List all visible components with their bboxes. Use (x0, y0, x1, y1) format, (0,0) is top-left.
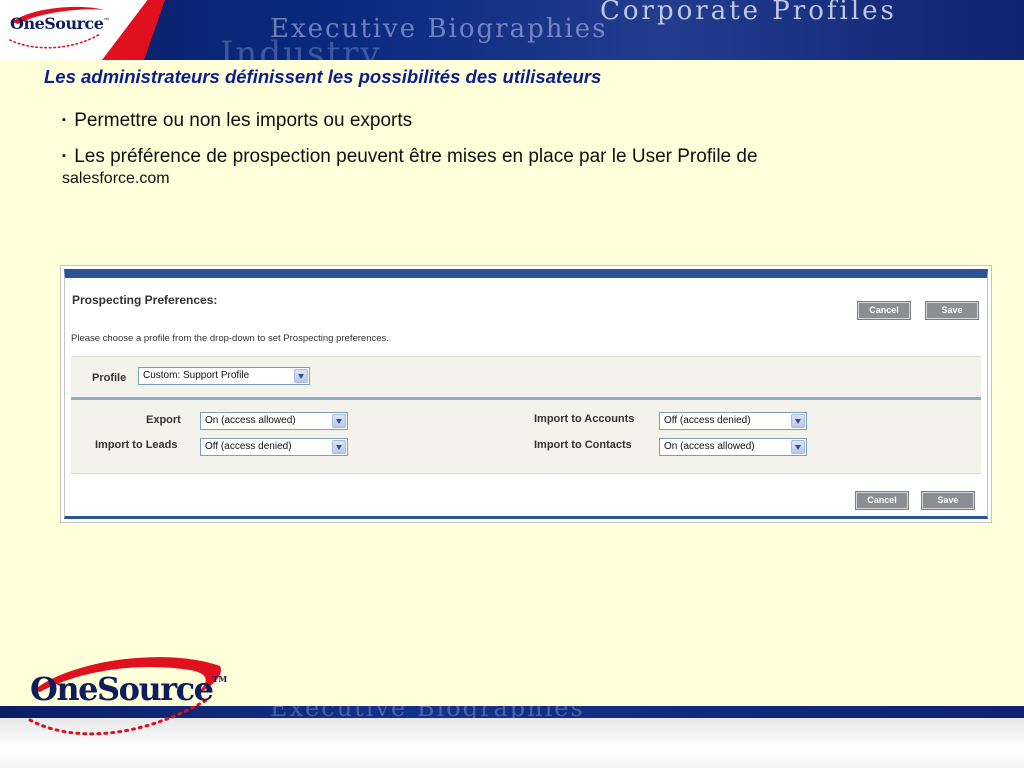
footer-brand-tm: TM (212, 674, 228, 684)
field-label-export: Export (146, 414, 181, 426)
cancel-button-top[interactable]: Cancel (857, 301, 911, 320)
brand-tm: ™ (103, 17, 109, 25)
banner-word-executive-biographies: Executive Biographies (270, 14, 608, 44)
prospecting-preferences-panel: Prospecting Preferences: Cancel Save Ple… (64, 269, 988, 519)
bullet-text-tail: salesforce.com (62, 170, 170, 187)
bullet-marker: ▪ (62, 114, 66, 126)
field-label-import-contacts: Import to Contacts (534, 439, 632, 451)
field-label-import-leads: Import to Leads (95, 439, 178, 451)
bullet-item: ▪ Permettre ou non les imports ou export… (62, 110, 412, 132)
import-contacts-select[interactable]: On (access allowed) (659, 438, 807, 456)
chevron-down-icon[interactable] (294, 369, 308, 383)
profile-row: Profile Custom: Support Profile (71, 356, 981, 397)
profile-label: Profile (92, 372, 127, 384)
profile-select-value: Custom: Support Profile (143, 370, 250, 381)
profile-select[interactable]: Custom: Support Profile (138, 367, 310, 385)
permission-fields: Export On (access allowed) Import to Lea… (71, 400, 981, 474)
bullet-text: Permettre ou non les imports ou exports (74, 110, 413, 131)
top-banner: Industry Executive Biographies Corporate… (0, 0, 1024, 60)
panel-description: Please choose a profile from the drop-do… (71, 333, 389, 344)
bullet-item: ▪ Les préférence de prospection peuvent … (62, 146, 922, 188)
import-accounts-select[interactable]: Off (access denied) (659, 412, 807, 430)
footer-banner-word: Executive Biographies (270, 706, 585, 718)
chevron-down-icon[interactable] (791, 440, 805, 454)
chevron-down-icon[interactable] (332, 414, 346, 428)
export-select-value: On (access allowed) (205, 415, 296, 426)
import-leads-select[interactable]: Off (access denied) (200, 438, 348, 456)
banner-word-corporate-profiles: Corporate Profiles (600, 0, 897, 26)
cancel-button-bottom[interactable]: Cancel (855, 491, 909, 510)
save-button-top[interactable]: Save (925, 301, 979, 320)
slide-title: Les administrateurs définissent les poss… (44, 66, 602, 87)
panel-title: Prospecting Preferences: (72, 293, 218, 307)
export-select[interactable]: On (access allowed) (200, 412, 348, 430)
bullet-marker: ▪ (62, 150, 66, 162)
prospecting-preferences-screenshot: Prospecting Preferences: Cancel Save Ple… (60, 265, 992, 523)
chevron-down-icon[interactable] (791, 414, 805, 428)
chevron-down-icon[interactable] (332, 440, 346, 454)
brand-logo-footer: OneSourceTM (30, 670, 227, 708)
import-contacts-select-value: On (access allowed) (664, 441, 755, 452)
import-accounts-select-value: Off (access denied) (664, 415, 751, 426)
save-button-bottom[interactable]: Save (921, 491, 975, 510)
brand-name: OneSource (10, 14, 104, 33)
field-label-import-accounts: Import to Accounts (534, 413, 635, 425)
footer-brand-name: OneSource (30, 670, 214, 708)
import-leads-select-value: Off (access denied) (205, 441, 292, 452)
brand-logo-small: OneSource™ (10, 14, 109, 33)
bullet-text: Les préférence de prospection peuvent êt… (74, 146, 758, 167)
